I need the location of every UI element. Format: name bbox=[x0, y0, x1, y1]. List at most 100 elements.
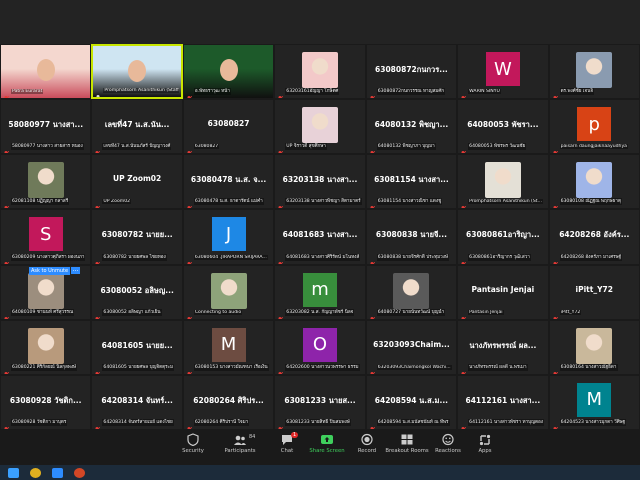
toolbar-label: Share Screen bbox=[309, 448, 345, 454]
participant-display-name: 63081154 นางสา... bbox=[374, 175, 449, 185]
participant-tile[interactable]: 64080053 พัชรา... 64080053 พัชรพร วัฒนชัย bbox=[457, 99, 549, 155]
mic-muted-icon bbox=[369, 419, 375, 429]
participant-name-text: 64208594 น.ส.มนัสชนันท์ ณ ทีพร bbox=[376, 418, 450, 426]
participant-name-text: 63080861อาริญากร วุฒิเสวา bbox=[468, 253, 531, 261]
participant-tile[interactable]: 63080108 ณัฏฐณ พฤกษธาตุ bbox=[548, 154, 640, 210]
profile-photo bbox=[210, 272, 247, 309]
participant-tile[interactable]: 63080782 นายย... 63080782 นายยศพล ไชยทอง bbox=[91, 209, 183, 265]
participant-tile[interactable]: Patra Eurarat bbox=[0, 44, 92, 100]
profile-photo bbox=[576, 52, 613, 88]
participant-tile[interactable]: Ask to Unmute… 64080109 ชานนท์ ศรีสุวรรณ bbox=[0, 264, 92, 320]
windows-start-icon[interactable] bbox=[8, 468, 19, 478]
participant-tile[interactable]: เลขที่47 น.ส.นัน... เลขที่47 น.ส.นันนภัสร… bbox=[91, 99, 183, 155]
mic-muted-icon bbox=[3, 198, 10, 209]
shield-icon bbox=[186, 433, 200, 447]
participant-tile[interactable]: m 63203082 น.ส. กัญญาพัชร์ นิลจ bbox=[274, 264, 366, 320]
participant-tile[interactable]: 64208268 อังค์ร... 64208268 อังคร์ภา มาเศ… bbox=[548, 209, 640, 265]
participant-tile[interactable]: 62081108 ปฏิญญา กลาสรี bbox=[0, 154, 92, 210]
mic-muted-icon bbox=[94, 419, 101, 429]
participant-face bbox=[36, 59, 55, 81]
participant-tile[interactable]: Promphatsorn Asanithikun (Staff) bbox=[91, 44, 183, 100]
ask-to-unmute-button[interactable]: Ask to Unmute bbox=[29, 266, 71, 275]
participant-tile[interactable]: นางภัทรพรรณ์ ผล... นางภัทรพรรณ์ ผลดี น.พร… bbox=[457, 319, 549, 375]
participant-tile[interactable]: 64208314 จันทร์... 64208314 จันทร์สายเมย์… bbox=[91, 374, 183, 430]
profile-photo bbox=[27, 327, 64, 364]
participant-tile[interactable]: 63080052 อลิษญ... 63080052 อลิษญา แก้วเย็… bbox=[91, 264, 183, 320]
participant-tile[interactable]: 63080928 วัชติก... 63080928 วัชติกา มาบุต… bbox=[0, 374, 92, 430]
participant-tile[interactable]: 63081233 นายส... 63081233 นายสิทธิ์ ปิ่นส… bbox=[274, 374, 366, 430]
participant-tile[interactable]: iPitt_Y72 iPitt_Y72 bbox=[548, 264, 640, 320]
participant-tile[interactable]: 64208594 น.ส.ม... 64208594 น.ส.มนัสชนันท์… bbox=[365, 374, 458, 430]
security-button[interactable]: Security bbox=[168, 433, 218, 454]
participant-tile[interactable]: p paisarn daungjaiknaayudhya bbox=[548, 99, 640, 155]
participant-name-label: อ.พัทธราวุฒ หน้า bbox=[186, 87, 271, 99]
participant-name-text: UP Zoom02 bbox=[102, 199, 132, 205]
participant-tile[interactable]: 63203093Chaim... 63203093Chaimongkol Wach… bbox=[365, 319, 458, 375]
chrome-icon[interactable] bbox=[30, 468, 41, 478]
participant-display-name: 64112161 นางสา... bbox=[465, 395, 541, 405]
apps-button[interactable]: Apps bbox=[460, 433, 510, 454]
participant-tile[interactable]: 64080727 นายนั้นทวัฒน์ บุญนำ bbox=[365, 264, 458, 320]
participant-tile[interactable]: 63203161อัญญา โกษิตศ bbox=[274, 44, 366, 100]
participant-display-name: 63080861อาริญา... bbox=[466, 230, 540, 240]
participant-tile[interactable]: UP จิราวดี สุขศึกษา bbox=[274, 99, 366, 155]
participant-tile[interactable]: 63080221 ศิริกัลยณ์ นิลกุลพงษ์ bbox=[0, 319, 92, 375]
participant-name-text: 63080108 ณัฏฐณ พฤกษธาตุ bbox=[559, 198, 622, 206]
participant-tile[interactable]: ดร.พงศ์ชัย เจนจิ bbox=[548, 44, 640, 100]
participant-tile[interactable]: 64112161 นางสา... 64112161 นางสาวพัชรา ทา… bbox=[457, 374, 549, 430]
share-screen-icon bbox=[320, 433, 334, 446]
participant-tile[interactable]: 63081154 นางสา... 63081154 นางสาวณิชา แดง… bbox=[365, 154, 458, 210]
participant-tile[interactable]: Pantasin Jenjai Pantasin Jenjai bbox=[457, 264, 549, 320]
participant-tile[interactable]: 63203138 นางสา... 63203138 นางสาวพิชญา สิ… bbox=[274, 154, 366, 210]
participant-display-name: 64080053 พัชรา... bbox=[467, 120, 539, 130]
letter-avatar: m bbox=[302, 272, 337, 307]
participant-tile[interactable]: 63080478 น.ส. จ... 63080478 น.ส. ธาดารัตน… bbox=[182, 154, 275, 210]
participant-tile[interactable]: 62080264 ศิริปร... 62080264 ศิริปรานี ใจม… bbox=[182, 374, 275, 430]
participant-tile[interactable]: 63080164 นางสาวณัฐธิดา bbox=[548, 319, 640, 375]
participant-name-label: 64202600 นางสาวนวพรรษา ธรรม bbox=[277, 363, 362, 374]
mic-muted-icon bbox=[94, 143, 101, 154]
participant-tile[interactable]: O 64202600 นางสาวนวพรรษา ธรรม bbox=[274, 319, 366, 375]
participant-name-label: 64208594 น.ส.มนัสชนันท์ ณ ทีพร bbox=[369, 418, 454, 429]
participant-name-label: 64081683 นางสาวศิริรัตน์ มโนหงส์ bbox=[277, 253, 362, 264]
participant-tile[interactable]: 63080861อาริญา... 63080861อาริญากร วุฒิเส… bbox=[457, 209, 549, 265]
participant-display-name: 63080827 bbox=[207, 119, 250, 129]
mic-muted-icon bbox=[369, 309, 375, 319]
participant-tile[interactable]: M 64204523 นางสาวมุกดา วีศิษฐ bbox=[548, 374, 640, 430]
participant-tile[interactable]: Promphatsorn Asanithikun (St... bbox=[457, 154, 549, 210]
powerpoint-icon[interactable] bbox=[74, 468, 85, 478]
participant-tile[interactable]: 64081683 นางสา... 64081683 นางสาวศิริรัตน… bbox=[274, 209, 366, 265]
participant-tile[interactable]: อ.พัทธราวุฒ หน้า bbox=[182, 44, 275, 100]
zoom-icon[interactable] bbox=[52, 468, 63, 478]
participant-tile[interactable]: 64081605 นายย... 64081605 นายยศพล บุญจิตต… bbox=[91, 319, 183, 375]
mic-muted-icon bbox=[460, 309, 467, 319]
mic-muted-icon bbox=[186, 364, 193, 374]
mic-muted-icon bbox=[186, 198, 193, 209]
participant-face bbox=[128, 60, 147, 82]
mic-muted-icon bbox=[552, 88, 558, 99]
mic-muted-icon bbox=[369, 143, 375, 154]
participant-tile[interactable]: 63080872กนกวร... 63080872กนกวรรณ หาญสมศัก bbox=[365, 44, 458, 100]
participant-tile[interactable]: UP Zoom02 UP Zoom02 bbox=[91, 154, 183, 210]
mic-muted-icon bbox=[186, 309, 193, 319]
participant-display-name: 63080872กนกวร... bbox=[375, 65, 448, 74]
participants-icon bbox=[233, 433, 247, 446]
participant-tile[interactable]: Connecting to audio bbox=[182, 264, 275, 320]
participant-tile[interactable]: J 63080604 .JIRAPORN SRIJARA... bbox=[182, 209, 275, 265]
participant-tile[interactable]: 63080838 นายจี... 63080838 นายจีรศักดิ์ ป… bbox=[365, 209, 458, 265]
profile-photo bbox=[576, 162, 613, 199]
participant-display-name: 64080132 พิชญา... bbox=[374, 120, 449, 130]
participant-name-text: Pantasin Jenjai bbox=[468, 309, 504, 315]
participant-display-name: นางภัทรพรรณ์ ผล... bbox=[469, 340, 537, 350]
participant-tile[interactable]: W WARIN SINYU bbox=[457, 44, 549, 100]
participants-button[interactable]: Participants 84 bbox=[215, 433, 265, 454]
participant-tile[interactable]: 64080132 พิชญา... 64080132 พิชญาภา บุญมา bbox=[365, 99, 458, 155]
participant-name-text: Promphatsorn Asanithikun (St... bbox=[468, 199, 543, 205]
mic-muted-icon bbox=[460, 143, 467, 154]
participant-tile[interactable]: S 63080209 นางสาวศุภิสรา ผองนภา bbox=[0, 209, 92, 265]
participant-tile[interactable]: M 63080153 นางสาวมัณฑนา เรือเงิน bbox=[182, 319, 275, 375]
participant-name-text: 64080727 นายนั้นทวัฒน์ บุญนำ bbox=[376, 308, 446, 316]
participant-tile[interactable]: 58080977 นางสา... 58080977 นางสาว สายสาร … bbox=[0, 99, 92, 155]
participant-tile[interactable]: 63080827 63080827 bbox=[182, 99, 275, 155]
more-options-icon[interactable]: … bbox=[71, 266, 80, 274]
